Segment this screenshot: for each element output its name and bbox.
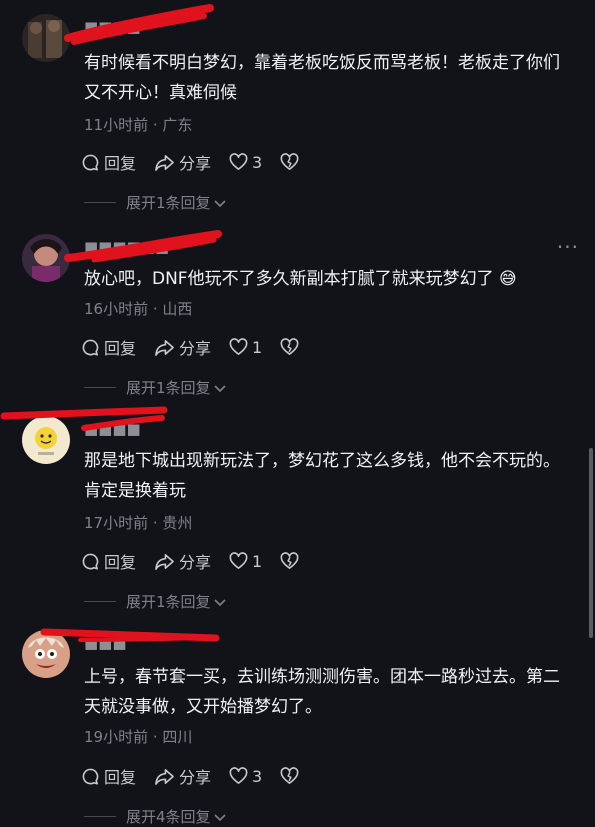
chevron-down-icon: [213, 598, 226, 606]
expand-label: 展开1条回复: [126, 194, 211, 212]
comment-actions: 回复 分享 1: [81, 549, 321, 573]
comment-text: 上号，春节套一买，去训练场测测伤害。团本一路秒过去。第二天就没事做，又开始播梦幻…: [84, 667, 560, 717]
heart-icon: [229, 767, 248, 784]
share-button[interactable]: 分享: [154, 764, 211, 788]
meta-separator: ·: [148, 728, 163, 746]
more-icon: ···: [556, 235, 579, 259]
meta-separator: ·: [148, 514, 163, 532]
username[interactable]: ■■■■■■: [84, 238, 169, 256]
scrollbar[interactable]: [589, 448, 593, 638]
comment-actions: 回复 分享 3: [81, 764, 321, 788]
like-button[interactable]: 1: [229, 552, 262, 571]
comment-time: 16小时前: [84, 300, 149, 318]
reply-icon: [82, 339, 99, 356]
comment-text: 那是地下城出现新玩法了，梦幻花了这么多钱，他不会不玩的。肯定是换着玩: [84, 451, 560, 501]
reply-label: 回复: [104, 339, 137, 358]
comment-time: 11小时前: [84, 116, 149, 134]
dislike-button[interactable]: [280, 338, 303, 356]
reply-icon: [82, 553, 99, 570]
comment-meta: 17小时前 · 贵州: [84, 512, 192, 533]
comment-meta: 19小时前 · 四川: [84, 726, 192, 747]
like-button[interactable]: 1: [229, 338, 262, 357]
like-count: 1: [252, 337, 263, 357]
reply-label: 回复: [104, 768, 137, 787]
dislike-button[interactable]: [280, 153, 303, 171]
share-icon: [155, 154, 174, 171]
share-button[interactable]: 分享: [154, 150, 211, 174]
broken-heart-icon: [280, 153, 299, 170]
expand-replies[interactable]: 展开4条回复: [84, 806, 227, 827]
expand-replies[interactable]: 展开1条回复: [84, 377, 227, 398]
username[interactable]: ■■■■: [84, 420, 141, 438]
like-button[interactable]: 3: [229, 767, 262, 786]
reply-icon: [82, 154, 99, 171]
avatar[interactable]: [22, 234, 70, 282]
expand-replies[interactable]: 展开1条回复: [84, 591, 227, 612]
heart-icon: [229, 552, 248, 569]
reply-button[interactable]: 回复: [81, 150, 136, 174]
comment-time: 17小时前: [84, 514, 149, 532]
comment-actions: 回复 分享 1: [81, 335, 321, 359]
share-icon: [155, 553, 174, 570]
broken-heart-icon: [280, 767, 299, 784]
comment-location: 贵州: [162, 514, 193, 532]
chevron-down-icon: [213, 199, 226, 207]
expand-replies[interactable]: 展开1条回复: [84, 192, 227, 213]
share-button[interactable]: 分享: [154, 549, 211, 573]
like-count: 3: [252, 152, 263, 172]
more-options-button[interactable]: ···: [557, 237, 579, 257]
like-count: 3: [252, 766, 263, 786]
avatar[interactable]: [22, 416, 70, 464]
avatar[interactable]: [22, 630, 70, 678]
share-label: 分享: [179, 339, 212, 358]
divider: [84, 202, 116, 203]
comment-location: 广东: [162, 116, 193, 134]
like-button[interactable]: 3: [229, 153, 262, 172]
comment-actions: 回复 分享 3: [81, 150, 321, 174]
divider: [84, 387, 116, 388]
dislike-button[interactable]: [280, 552, 303, 570]
share-icon: [155, 339, 174, 356]
comment-location: 四川: [162, 728, 193, 746]
chevron-down-icon: [213, 384, 226, 392]
broken-heart-icon: [280, 338, 299, 355]
expand-label: 展开4条回复: [126, 808, 211, 826]
heart-icon: [229, 153, 248, 170]
username[interactable]: ■■■: [84, 634, 127, 652]
comment-feed: ■■■■ 有时候看不明白梦幻，靠着老板吃饭反而骂老板！老板走了你们又不开心！真难…: [0, 0, 595, 827]
share-label: 分享: [179, 154, 212, 173]
comment-text: 有时候看不明白梦幻，靠着老板吃饭反而骂老板！老板走了你们又不开心！真难伺候: [84, 53, 560, 103]
reply-icon: [82, 768, 99, 785]
comment-meta: 16小时前 · 山西: [84, 298, 192, 319]
meta-separator: ·: [148, 300, 163, 318]
divider: [84, 601, 116, 602]
avatar[interactable]: [22, 14, 70, 62]
share-label: 分享: [179, 768, 212, 787]
reply-button[interactable]: 回复: [81, 549, 136, 573]
expand-label: 展开1条回复: [126, 593, 211, 611]
dislike-button[interactable]: [280, 767, 303, 785]
meta-separator: ·: [148, 116, 163, 134]
username[interactable]: ■■■■: [84, 18, 141, 36]
share-label: 分享: [179, 553, 212, 572]
divider: [84, 816, 116, 817]
comment-text: 放心吧，DNF他玩不了多久新副本打腻了就来玩梦幻了 😅: [84, 269, 517, 289]
chevron-down-icon: [213, 813, 226, 821]
heart-icon: [229, 338, 248, 355]
reply-button[interactable]: 回复: [81, 764, 136, 788]
expand-label: 展开1条回复: [126, 379, 211, 397]
share-button[interactable]: 分享: [154, 335, 211, 359]
reply-label: 回复: [104, 154, 137, 173]
share-icon: [155, 768, 174, 785]
comment-meta: 11小时前 · 广东: [84, 114, 192, 135]
like-count: 1: [252, 551, 263, 571]
broken-heart-icon: [280, 552, 299, 569]
reply-label: 回复: [104, 553, 137, 572]
comment-location: 山西: [162, 300, 193, 318]
comment-time: 19小时前: [84, 728, 149, 746]
reply-button[interactable]: 回复: [81, 335, 136, 359]
